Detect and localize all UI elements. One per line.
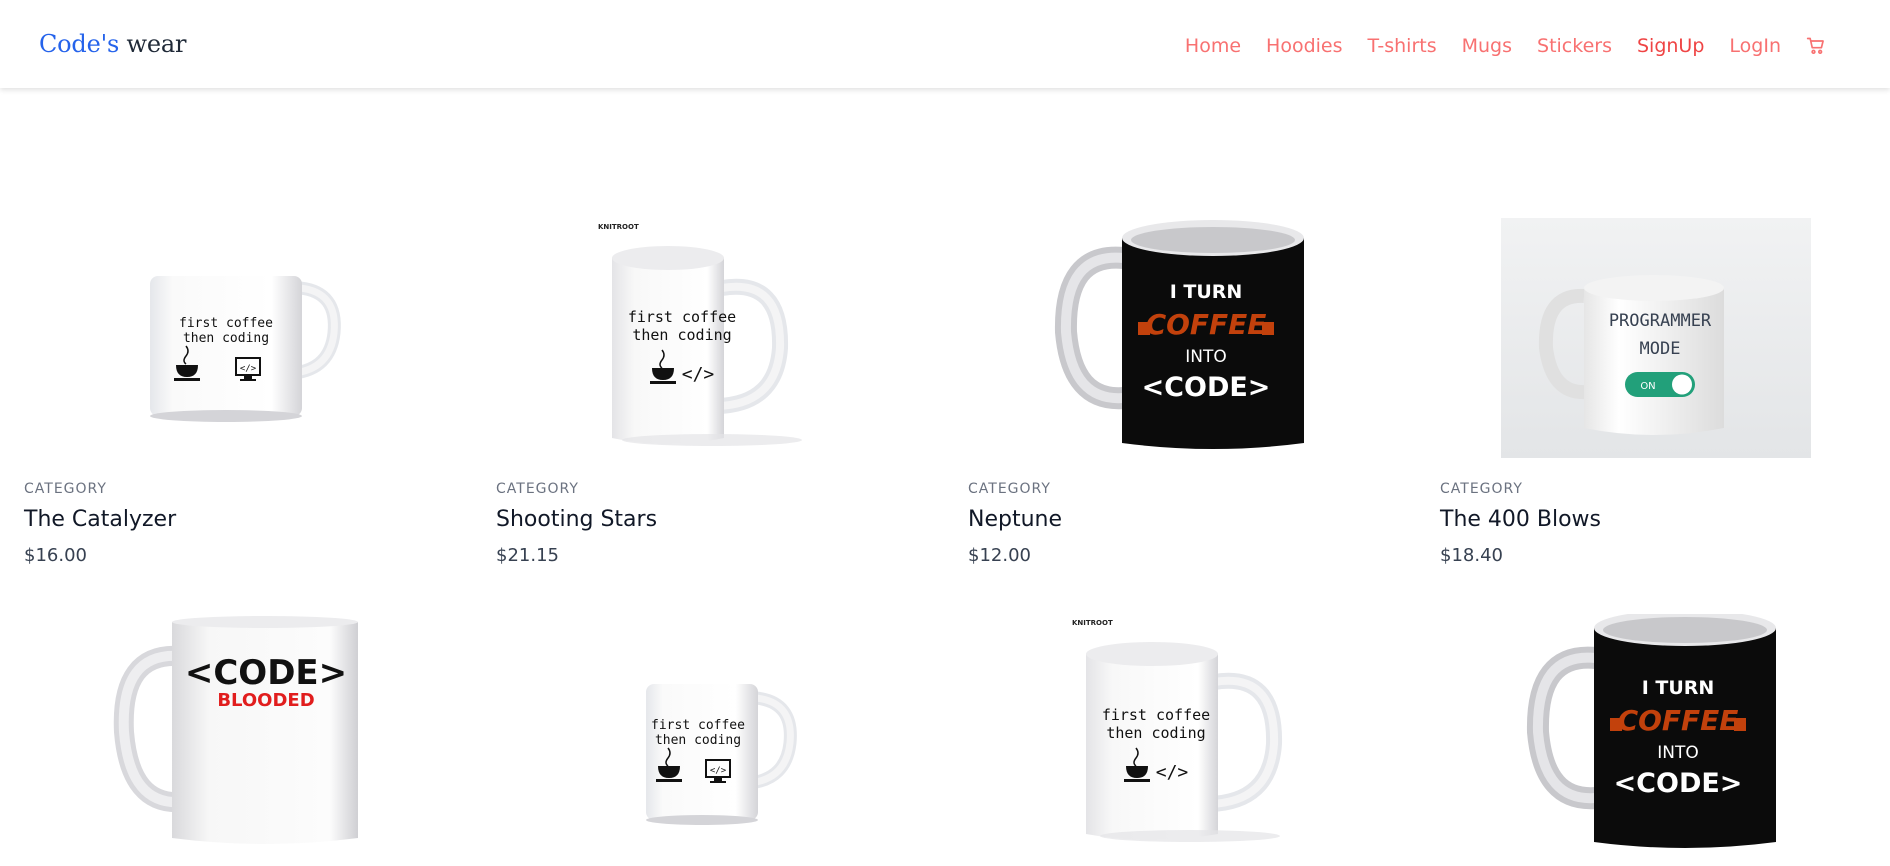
mug-line-2: MODE — [1640, 339, 1681, 359]
mug-line-2: COFFEE — [1618, 704, 1739, 737]
product-image[interactable]: I TURN COFFEE INTO <CODE> — [944, 218, 1416, 458]
mug-text-line-1: first coffee — [651, 718, 745, 733]
product-image[interactable]: first coffee then coding </> — [0, 218, 472, 458]
mug-text-line-1: first coffee — [1102, 706, 1210, 724]
mug-line-1: I TURN — [1642, 677, 1715, 699]
brand-part-1: Code's — [39, 30, 120, 58]
mug-text-line-1: first coffee — [628, 308, 736, 326]
product-price: $16.00 — [24, 545, 87, 566]
product-title[interactable]: The 400 Blows — [1440, 506, 1601, 534]
site-header: Code's wear Home Hoodies T-shirts Mugs S… — [0, 0, 1890, 88]
nav-hoodies[interactable]: Hoodies — [1266, 30, 1342, 62]
brand-part-2: wear — [126, 30, 187, 58]
mug-line-1: PROGRAMMER — [1609, 311, 1712, 331]
product-image[interactable]: first coffee then coding </> — [472, 614, 944, 854]
product-category: CATEGORY — [496, 481, 579, 497]
svg-text:</>: </> — [710, 766, 727, 776]
cart-icon[interactable] — [1806, 35, 1828, 57]
mug-line-4: <CODE> — [1614, 768, 1743, 799]
nav-signup[interactable]: SignUp — [1637, 30, 1704, 62]
brand-logo[interactable]: Code's wear — [39, 28, 186, 60]
product-title[interactable]: Neptune — [968, 506, 1062, 534]
mug-line-4: <CODE> — [1142, 372, 1271, 403]
product-grid: first coffee then coding </> CATEGORY Th… — [0, 88, 1890, 866]
product-image[interactable]: KNITROOT first coffee then coding </> — [472, 218, 944, 458]
mug-text-line-2: then coding — [1106, 724, 1205, 742]
mug-text-line-2: then coding — [655, 733, 741, 748]
mug-line-2: COFFEE — [1146, 308, 1267, 341]
brand-mark: KNITROOT — [1072, 619, 1113, 627]
svg-text:</>: </> — [682, 364, 715, 385]
mug-text-line-2: then coding — [183, 331, 269, 346]
mug-text-line-2: then coding — [632, 326, 731, 344]
product-price: $18.40 — [1440, 545, 1503, 566]
product-image[interactable]: <CODE> BLOODED — [0, 614, 472, 854]
svg-text:</>: </> — [240, 364, 257, 374]
product-image[interactable]: I TURN COFFEE INTO <CODE> — [1416, 614, 1888, 854]
main-nav: Home Hoodies T-shirts Mugs Stickers Sign… — [1160, 30, 1828, 62]
mug-line-3: INTO — [1657, 743, 1699, 763]
svg-text:</>: </> — [1156, 762, 1189, 783]
mug-line-1: <CODE> — [185, 653, 347, 693]
product-category: CATEGORY — [968, 481, 1051, 497]
nav-login[interactable]: LogIn — [1729, 30, 1781, 62]
mug-text-line-1: first coffee — [179, 316, 273, 331]
product-title[interactable]: The Catalyzer — [24, 506, 176, 534]
product-category: CATEGORY — [1440, 481, 1523, 497]
nav-stickers[interactable]: Stickers — [1537, 30, 1612, 62]
brand-mark: KNITROOT — [598, 223, 639, 231]
product-image[interactable]: PROGRAMMER MODE ON — [1416, 218, 1888, 458]
product-title[interactable]: Shooting Stars — [496, 506, 657, 534]
nav-mugs[interactable]: Mugs — [1462, 30, 1512, 62]
product-price: $21.15 — [496, 545, 559, 566]
mug-line-3: INTO — [1185, 347, 1227, 367]
mug-line-3: ON — [1640, 381, 1655, 392]
mug-line-2: BLOODED — [217, 690, 314, 711]
mug-line-1: I TURN — [1170, 281, 1243, 303]
product-image[interactable]: KNITROOT first coffee then coding </> — [944, 614, 1416, 854]
nav-home[interactable]: Home — [1185, 30, 1241, 62]
product-price: $12.00 — [968, 545, 1031, 566]
nav-tshirts[interactable]: T-shirts — [1368, 30, 1437, 62]
product-category: CATEGORY — [24, 481, 107, 497]
